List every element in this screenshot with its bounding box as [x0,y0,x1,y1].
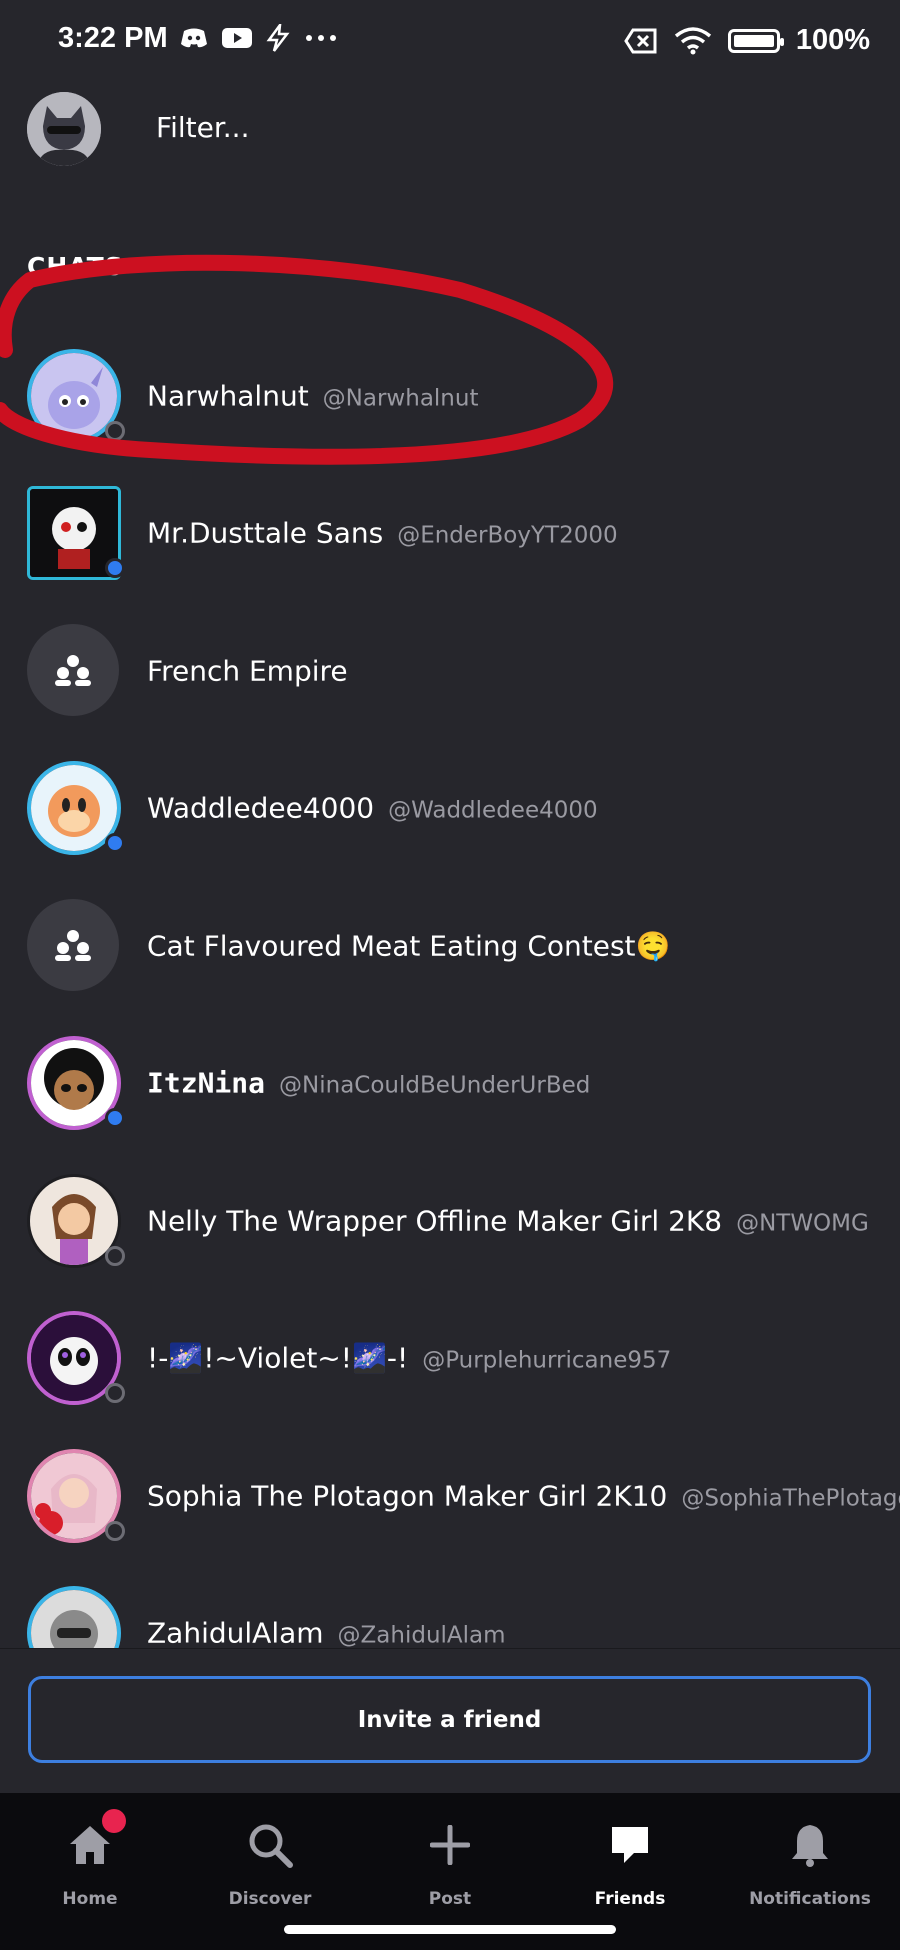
home-icon [60,1809,126,1875]
chat-item-zahidulalam[interactable]: ZahidulAlam @ZahidulAlam [0,1565,900,1648]
chat-item-cat-flavoured-meat-eating-contest[interactable]: Cat Flavoured Meat Eating Contest🤤 [0,877,900,1015]
data-off-icon [624,28,657,53]
nav-notifications[interactable]: Notifications [720,1815,900,1909]
presence-online [105,558,125,579]
chat-avatar-wrap [27,1036,125,1131]
status-bar: 3:22 PM 100% [0,0,900,80]
nav-post[interactable]: Post [360,1815,540,1909]
group-chat-icon [27,898,119,991]
notification-badge [102,1809,126,1833]
chat-avatar-wrap [27,1448,125,1543]
plus-icon [420,1815,480,1875]
chat-name: ItzNina [147,1066,266,1100]
youtube-icon [222,28,252,48]
chat-name: ZahidulAlam [147,1616,324,1648]
battery-icon [727,28,784,53]
chat-name: Cat Flavoured Meat Eating Contest🤤 [147,929,671,963]
presence-online [105,833,125,854]
nav-label: Friends [594,1889,666,1909]
chat-handle: @NTWOMG [736,1210,869,1237]
top-bar [0,90,900,170]
nav-label: Post [428,1889,472,1909]
chat-item-french-empire[interactable]: French Empire [0,602,900,740]
chat-handle: @NinaCouldBeUnderUrBed [279,1072,591,1099]
search-icon [240,1815,300,1875]
battery-percent: 100% [795,24,870,56]
chat-item-violet[interactable]: !-🌌!~Violet~!🌌-! @Purplehurricane957 [0,1290,900,1428]
chat-handle: @Narwhalnut [322,385,479,412]
presence-online [105,1108,125,1129]
filter-input[interactable] [140,102,872,152]
status-time: 3:22 PM [58,22,168,54]
chat-handle: @Purplehurricane957 [422,1347,672,1374]
presence-offline [105,1520,125,1541]
chat-item-waddledee4000[interactable]: Waddledee4000 @Waddledee4000 [0,740,900,878]
presence-offline [105,1245,125,1266]
wifi-icon [674,26,711,54]
chat-item-sophia-the-plotagon[interactable]: Sophia The Plotagon Maker Girl 2K10 @Soph… [0,1427,900,1565]
chat-name: !-🌌!~Violet~!🌌-! [147,1341,409,1375]
nav-home[interactable]: Home [0,1809,180,1909]
chat-handle: @ZahidulAlam [337,1622,506,1648]
bell-icon [780,1815,840,1875]
nav-label: Home [62,1889,118,1909]
chat-list[interactable]: Narwhalnut @Narwhalnut Mr.Dusttale Sans @E… [0,327,900,1648]
chat-item-nelly-the-wrapper[interactable]: Nelly The Wrapper Offline Maker Girl 2K8… [0,1152,900,1290]
user-avatar [27,1586,121,1648]
chat-avatar-wrap [27,761,125,856]
invite-area: Invite a friend [0,1648,900,1794]
nav-friends[interactable]: Friends [540,1815,720,1909]
status-right: 100% [624,24,870,57]
chat-bubble-icon [600,1815,660,1875]
chat-name: Sophia The Plotagon Maker Girl 2K10 [147,1479,668,1513]
more-dots-icon [306,35,336,41]
chat-avatar-wrap [27,1586,121,1648]
chat-name: French Empire [147,654,348,688]
chat-name: Nelly The Wrapper Offline Maker Girl 2K8 [147,1204,723,1238]
chat-handle: @EnderBoyYT2000 [397,522,618,549]
nav-discover[interactable]: Discover [180,1815,360,1909]
discord-icon [181,28,207,48]
chat-item-mr-dusttale-sans[interactable]: Mr.Dusttale Sans @EnderBoyYT2000 [0,465,900,603]
chat-avatar-wrap [27,1311,125,1406]
chat-name: Waddledee4000 [147,791,375,825]
status-left-icons [180,24,338,52]
chat-avatar-wrap [27,623,121,718]
invite-friend-button[interactable]: Invite a friend [28,1676,871,1763]
chat-avatar-wrap [27,486,125,581]
presence-offline [105,1383,125,1404]
section-header-chats: CHATS [27,252,124,281]
nav-label: Discover [228,1889,312,1909]
chat-name: Narwhalnut [147,379,309,413]
chat-avatar-wrap [27,1173,125,1268]
battery-fill [733,34,774,47]
presence-offline [105,420,125,441]
chat-name: Mr.Dusttale Sans [147,516,384,550]
chat-handle: @SophiaThePlotagon [681,1485,900,1512]
profile-avatar[interactable] [27,92,101,166]
chat-avatar-wrap [27,898,121,993]
chat-avatar-wrap [27,348,125,443]
home-indicator[interactable] [284,1925,616,1934]
chat-handle: @Waddledee4000 [388,797,598,824]
bolt-icon [266,24,290,52]
nav-label: Notifications [749,1889,871,1909]
chat-item-narwhalnut[interactable]: Narwhalnut @Narwhalnut [0,327,900,465]
profile-avatar-image [27,92,101,166]
chat-item-itznina[interactable]: ItzNina @NinaCouldBeUnderUrBed [0,1015,900,1153]
group-chat-icon [27,623,119,716]
